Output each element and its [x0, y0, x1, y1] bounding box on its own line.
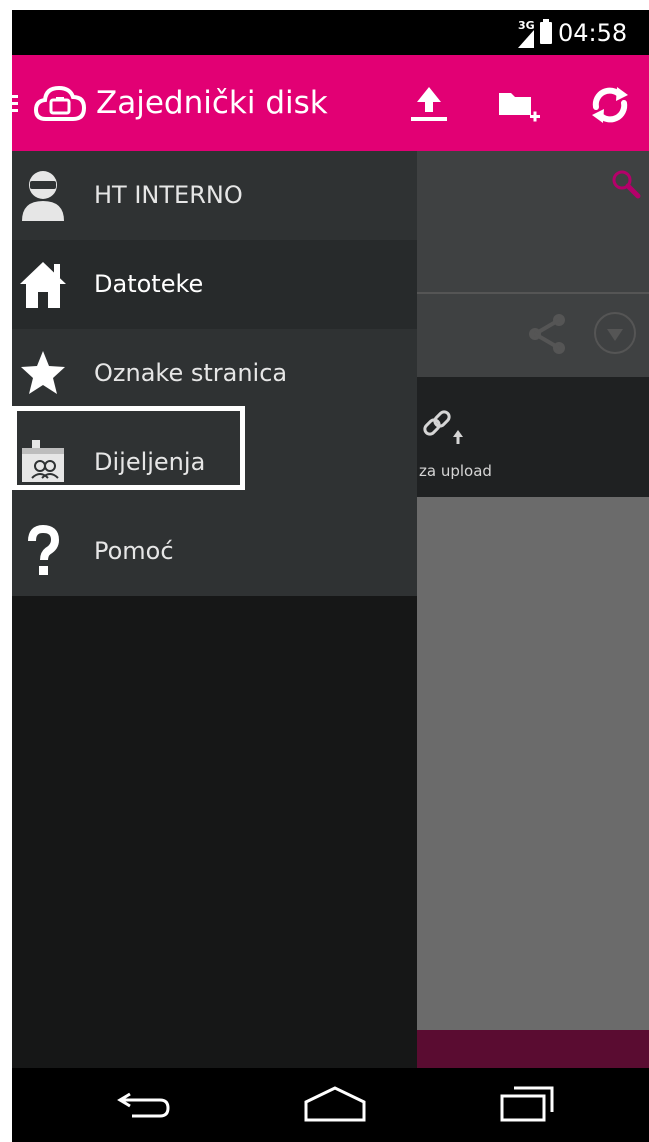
status-time: 04:58 — [558, 19, 628, 47]
drawer-item-shares[interactable]: Dijeljenja — [12, 418, 417, 507]
refresh-icon[interactable] — [586, 81, 634, 129]
share-icon[interactable] — [527, 312, 567, 360]
upload-link-icon[interactable] — [422, 408, 466, 452]
drawer-indicator-icon[interactable] — [12, 95, 18, 98]
search-icon[interactable] — [610, 168, 642, 204]
upload-icon[interactable] — [405, 81, 453, 129]
recents-icon[interactable] — [494, 1082, 564, 1128]
shared-folder-icon — [18, 436, 68, 488]
help-icon — [18, 524, 68, 577]
drawer-item-bookmarks[interactable]: Oznake stranica — [12, 329, 417, 418]
battery-icon — [540, 19, 552, 44]
drawer-item-label: Oznake stranica — [94, 359, 288, 387]
user-icon — [18, 169, 68, 221]
drawer-item-account[interactable]: HT INTERNO — [12, 151, 417, 240]
upload-link-label: za upload — [419, 462, 492, 480]
device-screen: 3G 04:58 Zajednički disk za upload HT IN… — [12, 10, 649, 1142]
home-nav-icon[interactable] — [300, 1082, 370, 1128]
back-icon[interactable] — [110, 1082, 180, 1128]
drawer-item-label: Datoteke — [94, 270, 204, 298]
drawer-item-label: HT INTERNO — [94, 181, 243, 209]
status-bar: 3G 04:58 — [12, 10, 649, 55]
new-folder-icon[interactable] — [495, 81, 543, 129]
drawer-item-help[interactable]: Pomoć — [12, 507, 417, 596]
app-title: Zajednički disk — [96, 85, 328, 121]
cloud-logo-icon[interactable] — [33, 83, 87, 125]
drawer-item-label: Pomoć — [94, 537, 174, 565]
content-divider — [417, 292, 649, 294]
drawer-item-files[interactable]: Datoteke — [12, 240, 417, 329]
star-icon — [18, 347, 68, 399]
drawer-item-label: Dijeljenja — [94, 448, 206, 476]
signal-icon — [518, 30, 534, 48]
dropdown-arrow-icon[interactable] — [594, 312, 636, 354]
navigation-drawer: HT INTERNO Datoteke Oznake stranica Dije… — [12, 151, 417, 1068]
home-icon — [18, 258, 68, 310]
bottom-action-bar — [417, 1030, 649, 1068]
app-bar: Zajednički disk — [12, 55, 649, 151]
system-nav-bar — [12, 1068, 649, 1142]
